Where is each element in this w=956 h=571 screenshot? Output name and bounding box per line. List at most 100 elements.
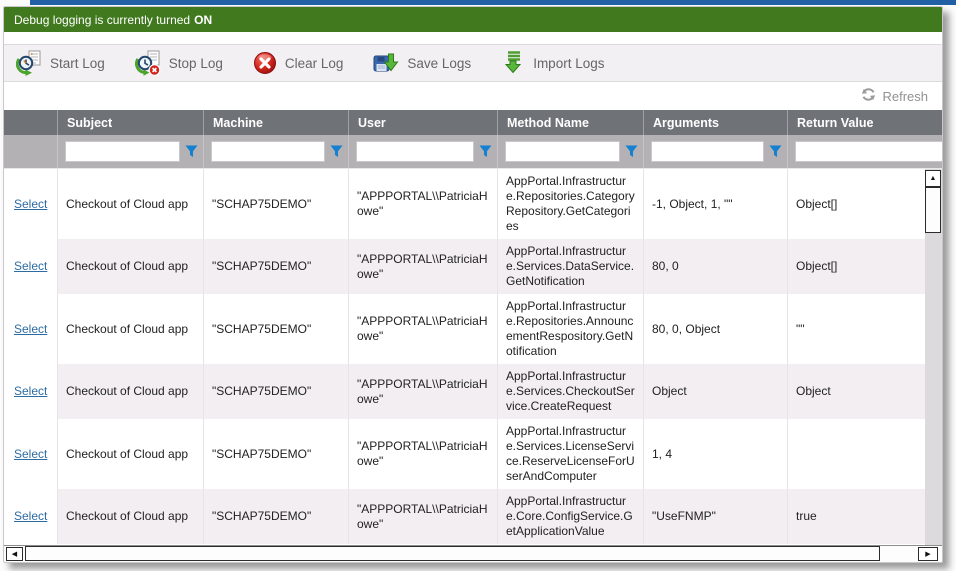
user-cell: "APPPORTAL\\PatriciaHowe" [348,419,497,489]
horizontal-scrollbar[interactable]: ◀ ▶ [4,545,942,562]
save-logs-button[interactable]: Save Logs [373,50,471,76]
machine-cell: "SCHAP75DEMO" [203,364,348,419]
banner-state: ON [194,13,212,27]
subject-cell: Checkout of Cloud app [57,364,203,419]
table-row: Select Checkout of Cloud app "SCHAP75DEM… [4,169,925,239]
subject-cell: Checkout of Cloud app [57,419,203,489]
machine-cell: "SCHAP75DEMO" [203,169,348,239]
return-value-cell: "" [787,294,925,364]
filter-funnel-icon[interactable] [330,145,343,158]
select-link[interactable]: Select [14,197,47,212]
header-subject[interactable]: Subject [57,110,203,135]
arguments-cell: 1, 4 [643,419,787,489]
subject-cell: Checkout of Cloud app [57,489,203,544]
header-machine[interactable]: Machine [203,110,348,135]
user-cell: "APPPORTAL\\PatriciaHowe" [348,489,497,544]
horizontal-scrollbar-thumb[interactable] [25,546,880,561]
filter-input-return-value[interactable] [795,141,943,162]
save-logs-icon [373,50,399,76]
return-value-cell: Object[] [787,169,925,239]
table-row: Select Checkout of Cloud app "SCHAP75DEM… [4,239,925,294]
user-cell: "APPPORTAL\\PatriciaHowe" [348,364,497,419]
refresh-icon[interactable] [861,87,876,105]
select-link[interactable]: Select [14,447,47,462]
filter-input-subject[interactable] [65,141,180,162]
save-logs-label: Save Logs [407,56,471,71]
filter-row [4,135,942,169]
filter-funnel-icon[interactable] [479,145,492,158]
method-name-cell: AppPortal.Infrastructure.Repositories.An… [497,294,643,364]
stop-log-button[interactable]: Stop Log [135,50,223,76]
table-body: Select Checkout of Cloud app "SCHAP75DEM… [4,169,942,545]
return-value-cell [787,419,925,489]
table-row: Select Checkout of Cloud app "SCHAP75DEM… [4,294,925,364]
import-logs-icon [501,50,525,76]
table-header: Subject Machine User Method Name Argumen… [4,110,942,135]
method-name-cell: AppPortal.Infrastructure.Core.ConfigServ… [497,489,643,544]
clear-log-icon [253,51,277,75]
scroll-right-button[interactable]: ▶ [918,547,938,561]
method-name-cell: AppPortal.Infrastructure.Services.Checko… [497,364,643,419]
filter-input-user[interactable] [356,141,474,162]
filter-funnel-icon[interactable] [185,145,198,158]
user-cell: "APPPORTAL\\PatriciaHowe" [348,239,497,294]
select-link[interactable]: Select [14,322,47,337]
refresh-link[interactable]: Refresh [882,89,928,104]
banner-text: Debug logging is currently turned [14,13,190,27]
stop-log-icon [135,50,161,76]
arguments-cell: -1, Object, 1, "" [643,169,787,239]
debug-log-dialog: Debug logging is currently turned ON [3,6,943,563]
stop-log-label: Stop Log [169,56,223,71]
screen: Debug logging is currently turned ON [0,0,956,571]
return-value-cell: true [787,489,925,544]
arguments-cell: Object [643,364,787,419]
header-method-name[interactable]: Method Name [497,110,643,135]
debug-status-banner: Debug logging is currently turned ON [4,7,942,32]
arguments-cell: 80, 0, Object [643,294,787,364]
scroll-left-button[interactable]: ◀ [6,547,23,561]
machine-cell: "SCHAP75DEMO" [203,489,348,544]
method-name-cell: AppPortal.Infrastructure.Services.DataSe… [497,239,643,294]
machine-cell: "SCHAP75DEMO" [203,419,348,489]
subject-cell: Checkout of Cloud app [57,169,203,239]
header-return-value[interactable]: Return Value [787,110,942,135]
subject-cell: Checkout of Cloud app [57,239,203,294]
scroll-up-button[interactable]: ▲ [925,170,941,187]
header-select [4,110,57,135]
header-user[interactable]: User [348,110,497,135]
filter-input-machine[interactable] [211,141,325,162]
window-top-edge [30,0,956,5]
log-toolbar: Start Log Stop Log [4,44,942,82]
select-link[interactable]: Select [14,259,47,274]
filter-funnel-icon[interactable] [769,145,782,158]
vertical-scrollbar[interactable]: ▲ [925,169,942,545]
import-logs-label: Import Logs [533,56,604,71]
method-name-cell: AppPortal.Infrastructure.Services.Licens… [497,419,643,489]
refresh-row: Refresh [4,82,942,110]
filter-funnel-icon[interactable] [625,145,638,158]
table-rows: Select Checkout of Cloud app "SCHAP75DEM… [4,169,925,545]
select-link[interactable]: Select [14,384,47,399]
start-log-icon [16,50,42,76]
select-link[interactable]: Select [14,509,47,524]
arguments-cell: "UseFNMP" [643,489,787,544]
start-log-label: Start Log [50,56,105,71]
start-log-button[interactable]: Start Log [16,50,105,76]
clear-log-button[interactable]: Clear Log [253,51,344,75]
clear-log-label: Clear Log [285,56,344,71]
table-row: Select Checkout of Cloud app "SCHAP75DEM… [4,364,925,419]
filter-cell-empty [4,135,57,168]
return-value-cell: Object [787,364,925,419]
machine-cell: "SCHAP75DEMO" [203,294,348,364]
user-cell: "APPPORTAL\\PatriciaHowe" [348,294,497,364]
header-arguments[interactable]: Arguments [643,110,787,135]
table-row: Select Checkout of Cloud app "SCHAP75DEM… [4,419,925,489]
import-logs-button[interactable]: Import Logs [501,50,604,76]
return-value-cell: Object[] [787,239,925,294]
filter-input-arguments[interactable] [651,141,764,162]
vertical-scrollbar-thumb[interactable] [925,187,941,233]
machine-cell: "SCHAP75DEMO" [203,239,348,294]
arguments-cell: 80, 0 [643,239,787,294]
filter-input-method-name[interactable] [505,141,620,162]
method-name-cell: AppPortal.Infrastructure.Repositories.Ca… [497,169,643,239]
